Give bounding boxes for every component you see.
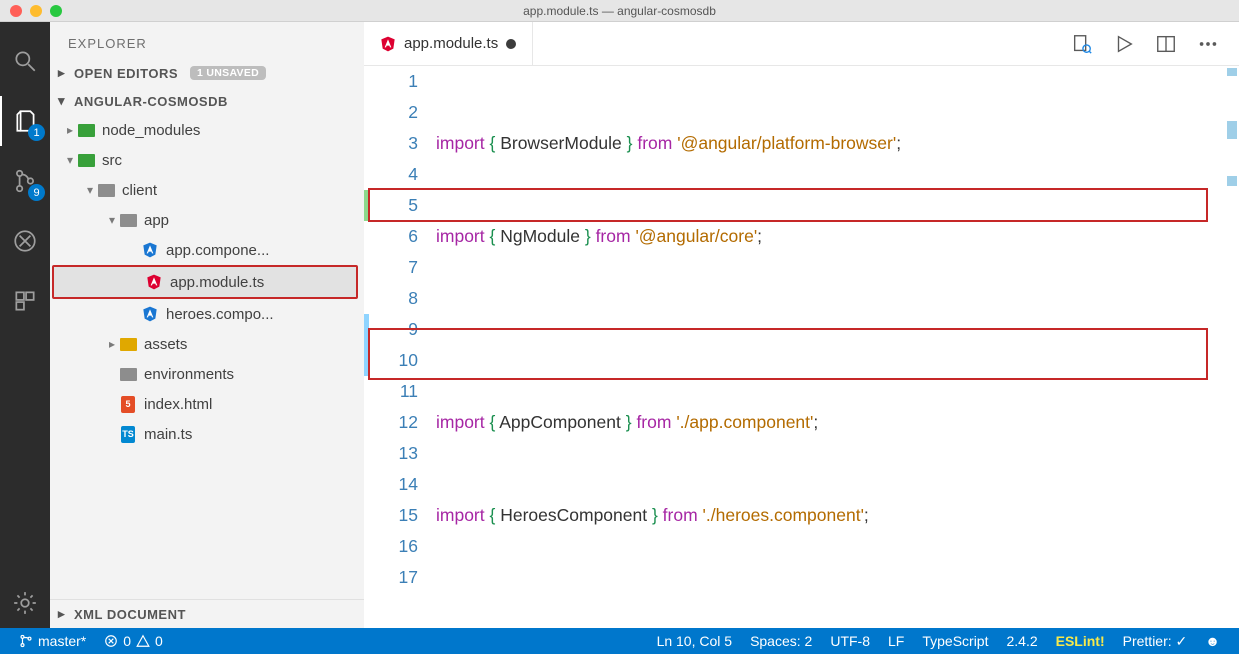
diff-modified-mark [364, 314, 369, 376]
angular-icon [380, 35, 396, 53]
tree-folder-assets[interactable]: ▸assets [50, 329, 364, 359]
tree-file-appmodule[interactable]: app.module.ts [54, 267, 356, 297]
status-bar: master* 0 0 Ln 10, Col 5 Spaces: 2 UTF-8… [0, 628, 1239, 654]
workspace-label: ANGULAR-COSMOSDB [74, 94, 228, 109]
code-editor[interactable]: 1234567891011121314151617 import { Brows… [364, 66, 1239, 628]
scm-badge: 9 [28, 184, 45, 201]
feedback-icon[interactable]: ☻ [1196, 633, 1229, 649]
prettier-status[interactable]: Prettier: ✓ [1114, 633, 1197, 650]
diff-added-mark [364, 190, 369, 221]
explorer-icon[interactable]: 1 [0, 96, 50, 146]
title-bar: app.module.ts — angular-cosmosdb [0, 0, 1239, 22]
line-gutter: 1234567891011121314151617 [364, 66, 436, 628]
language-mode[interactable]: TypeScript [913, 633, 997, 649]
more-icon[interactable] [1197, 33, 1219, 55]
tree-label: main.ts [144, 426, 192, 443]
warning-icon [136, 634, 150, 648]
git-branch[interactable]: master* [10, 633, 95, 649]
open-editors-section[interactable]: ▸ OPEN EDITORS 1 UNSAVED [50, 59, 364, 87]
tree-folder-app[interactable]: ▾app [50, 205, 364, 235]
workspace-section[interactable]: ▾ ANGULAR-COSMOSDB [50, 87, 364, 115]
chevron-right-icon: ▸ [58, 65, 68, 81]
error-icon [104, 634, 118, 648]
eslint-status[interactable]: ESLint! [1047, 633, 1114, 649]
problems[interactable]: 0 0 [95, 633, 172, 649]
activity-bar: 1 9 [0, 22, 50, 628]
indent[interactable]: Spaces: 2 [741, 633, 821, 649]
file-tree: ▸node_modules ▾src ▾client ▾app app.comp… [50, 115, 364, 599]
tree-label: app [144, 212, 169, 229]
tree-file-index[interactable]: 5index.html [50, 389, 364, 419]
ts-version[interactable]: 2.4.2 [997, 633, 1046, 649]
tree-label: index.html [144, 396, 212, 413]
window-title: app.module.ts — angular-cosmosdb [0, 4, 1239, 18]
find-file-icon[interactable] [1071, 33, 1093, 55]
encoding[interactable]: UTF-8 [821, 633, 879, 649]
tree-label: client [122, 182, 157, 199]
tab-bar: app.module.ts [364, 22, 1239, 66]
tree-file-main[interactable]: TSmain.ts [50, 419, 364, 449]
extensions-icon[interactable] [0, 276, 50, 326]
tab-appmodule[interactable]: app.module.ts [364, 22, 533, 65]
tab-label: app.module.ts [404, 35, 498, 52]
run-icon[interactable] [1113, 33, 1135, 55]
tree-label: node_modules [102, 122, 200, 139]
highlight-box-file: app.module.ts [52, 265, 358, 299]
tree-label: heroes.compo... [166, 306, 274, 323]
chevron-right-icon: ▸ [58, 606, 68, 622]
tree-label: app.compone... [166, 242, 269, 259]
explorer-badge: 1 [28, 124, 45, 141]
sidebar-title: EXPLORER [50, 22, 364, 59]
tree-label: app.module.ts [170, 274, 264, 291]
tree-folder-src[interactable]: ▾src [50, 145, 364, 175]
xml-document-section[interactable]: ▸ XML DOCUMENT [50, 599, 364, 628]
source-control-icon[interactable]: 9 [0, 156, 50, 206]
tree-label: src [102, 152, 122, 169]
tree-file-heroes[interactable]: heroes.compo... [50, 299, 364, 329]
open-editors-label: OPEN EDITORS [74, 66, 178, 81]
xml-doc-label: XML DOCUMENT [74, 607, 186, 622]
tree-file-appcomponent[interactable]: app.compone... [50, 235, 364, 265]
search-icon[interactable] [0, 36, 50, 86]
tree-folder-environments[interactable]: environments [50, 359, 364, 389]
highlight-box-line5 [368, 188, 1208, 222]
editor-area: app.module.ts 1234567891011121314151617 … [364, 22, 1239, 628]
editor-actions [1071, 22, 1239, 65]
explorer-sidebar: EXPLORER ▸ OPEN EDITORS 1 UNSAVED ▾ ANGU… [50, 22, 364, 628]
eol[interactable]: LF [879, 633, 913, 649]
tree-folder-client[interactable]: ▾client [50, 175, 364, 205]
modified-dot-icon [506, 39, 516, 49]
tree-label: environments [144, 366, 234, 383]
tree-label: assets [144, 336, 187, 353]
debug-icon[interactable] [0, 216, 50, 266]
cursor-position[interactable]: Ln 10, Col 5 [648, 633, 742, 649]
branch-icon [19, 634, 33, 648]
split-editor-icon[interactable] [1155, 33, 1177, 55]
settings-gear-icon[interactable] [0, 578, 50, 628]
chevron-down-icon: ▾ [58, 93, 68, 109]
code-lines[interactable]: import { BrowserModule } from '@angular/… [436, 66, 1239, 628]
tree-folder-node-modules[interactable]: ▸node_modules [50, 115, 364, 145]
unsaved-badge: 1 UNSAVED [190, 66, 266, 80]
minimap[interactable] [1221, 66, 1239, 628]
